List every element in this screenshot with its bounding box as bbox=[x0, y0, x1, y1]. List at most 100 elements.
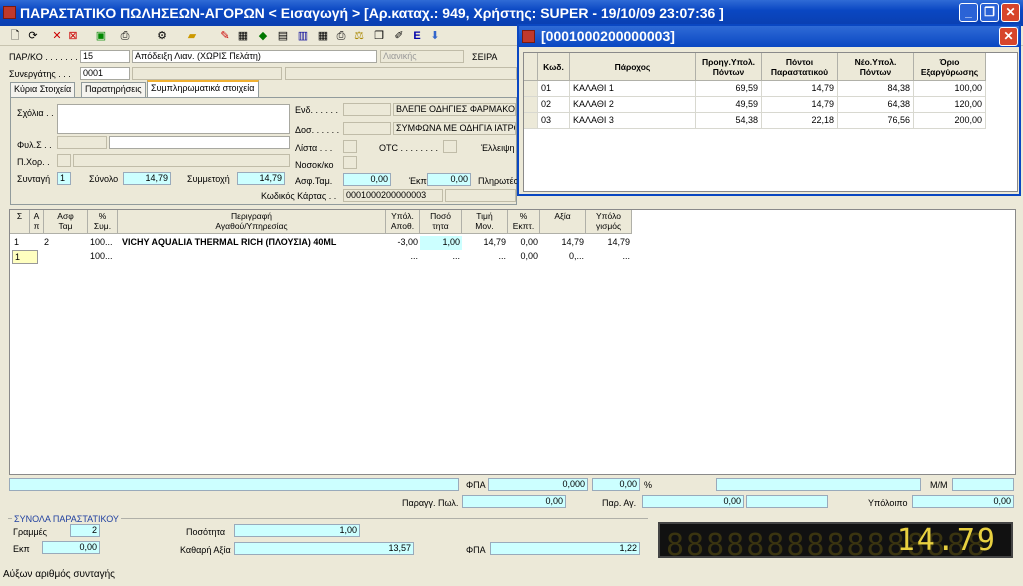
col-header[interactable]: Ποσό τητα bbox=[420, 210, 462, 234]
row-indicator[interactable] bbox=[524, 97, 538, 113]
paragg-value[interactable]: 0,00 bbox=[462, 495, 566, 508]
cell[interactable]: 84,38 bbox=[838, 81, 914, 97]
items-grid[interactable]: Σ Α π Ασφ Ταμ % Συμ. Περιγραφή Αγαθού/Υπ… bbox=[9, 209, 1016, 475]
col-header[interactable]: Προηγ.Υπολ. Πόντων bbox=[696, 53, 762, 81]
cell[interactable]: 0,... bbox=[540, 250, 586, 264]
end-value[interactable]: ΒΛΕΠΕ ΟΔΗΓΙΕΣ ΦΑΡΜΑΚΟΥ... bbox=[393, 103, 516, 116]
row-indicator[interactable] bbox=[524, 81, 538, 97]
col-header[interactable]: Υπόλο γισμός bbox=[586, 210, 632, 234]
synergatis-code[interactable]: 0001 bbox=[80, 67, 130, 80]
cell[interactable]: 49,59 bbox=[696, 97, 762, 113]
parko-code[interactable]: 15 bbox=[80, 50, 130, 63]
dos-value[interactable]: ΣΥΜΦΩΝΑ ΜΕ ΟΔΗΓΙΑ ΙΑΤΡΟΥ bbox=[393, 122, 516, 135]
nosok-field[interactable] bbox=[343, 156, 357, 169]
tab-notes[interactable]: Παρατηρήσεις bbox=[81, 82, 146, 97]
tools-icon[interactable]: ⚙ bbox=[155, 29, 169, 43]
cell[interactable]: 100... bbox=[88, 236, 118, 250]
scale-icon[interactable]: ⚖ bbox=[352, 29, 366, 43]
end-code[interactable] bbox=[343, 103, 391, 116]
kodikos-value[interactable]: 0001000200000003 bbox=[343, 189, 443, 202]
cell[interactable]: ... bbox=[386, 250, 420, 264]
cell[interactable]: 0,00 bbox=[508, 236, 540, 250]
grammes-value[interactable]: 2 bbox=[70, 524, 100, 537]
new-icon[interactable]: 🗋 bbox=[8, 29, 22, 43]
tab-main[interactable]: Κύρια Στοιχεία bbox=[10, 82, 76, 97]
par-ag-extra[interactable] bbox=[746, 495, 828, 508]
maximize-button[interactable]: ❐ bbox=[980, 3, 999, 22]
cell[interactable]: 69,59 bbox=[696, 81, 762, 97]
cell[interactable]: -3,00 bbox=[386, 236, 420, 250]
retail-select[interactable]: Λιανικής bbox=[380, 50, 464, 63]
col-header[interactable]: Όριο Εξαργύρωσης bbox=[914, 53, 986, 81]
col-header[interactable]: % Εκπτ. bbox=[508, 210, 540, 234]
ekpt-value[interactable]: 0,00 bbox=[427, 173, 471, 186]
printer2-icon[interactable]: ⎙ bbox=[334, 29, 348, 43]
copy-icon[interactable]: ❐ bbox=[372, 29, 386, 43]
save-icon[interactable]: ▣ bbox=[94, 29, 108, 43]
down-arrow-icon[interactable]: ⬇ bbox=[428, 29, 442, 43]
cell[interactable]: 03 bbox=[538, 113, 570, 129]
cell[interactable]: 14,79 bbox=[540, 236, 586, 250]
synolo-value[interactable]: 14,79 bbox=[123, 172, 171, 185]
chat-icon[interactable]: ◆ bbox=[256, 29, 270, 43]
posotita-value[interactable]: 1,00 bbox=[234, 524, 360, 537]
fpa-value-2[interactable]: 0,00 bbox=[592, 478, 640, 491]
cancel-icon[interactable]: ⊠ bbox=[66, 29, 80, 43]
cell[interactable]: 100... bbox=[88, 250, 118, 264]
cell[interactable]: 120,00 bbox=[914, 97, 986, 113]
cell[interactable]: ΚΑΛΑΘΙ 3 bbox=[570, 113, 696, 129]
kathari-value[interactable]: 13,57 bbox=[234, 542, 414, 555]
cell[interactable]: ... bbox=[586, 250, 632, 264]
table-icon[interactable]: ▦ bbox=[316, 29, 330, 43]
par-ag-value[interactable]: 0,00 bbox=[642, 495, 744, 508]
fyl-code[interactable] bbox=[57, 136, 107, 149]
cell[interactable]: 14,79 bbox=[762, 97, 838, 113]
col-header[interactable]: Πάροχος bbox=[570, 53, 696, 81]
dos-code[interactable] bbox=[343, 122, 391, 135]
mm-field-2[interactable] bbox=[952, 478, 1014, 491]
col-header[interactable]: Κωδ. bbox=[538, 53, 570, 81]
sxolia-field[interactable] bbox=[57, 104, 290, 134]
col-header[interactable]: Υπόλ. Αποθ. bbox=[386, 210, 420, 234]
cell[interactable]: 2 bbox=[42, 236, 56, 250]
fpa-total-value[interactable]: 1,22 bbox=[490, 542, 640, 555]
minimize-button[interactable]: _ bbox=[959, 3, 978, 22]
cell[interactable]: 100,00 bbox=[914, 81, 986, 97]
cell[interactable]: VICHY AQUALIA THERMAL RICH (ΠΛΟΥΣΙΑ) 40M… bbox=[120, 236, 386, 250]
cell[interactable]: 76,56 bbox=[838, 113, 914, 129]
points-table[interactable]: Κωδ. Πάροχος Προηγ.Υπολ. Πόντων Πόντοι Π… bbox=[523, 52, 1018, 192]
cell[interactable]: 1 bbox=[12, 250, 38, 264]
cell[interactable]: ΚΑΛΑΘΙ 2 bbox=[570, 97, 696, 113]
cell[interactable]: 64,38 bbox=[838, 97, 914, 113]
pxor-field[interactable] bbox=[73, 154, 290, 167]
kodikos-extra[interactable] bbox=[445, 189, 516, 202]
otc-field[interactable] bbox=[443, 140, 457, 153]
pen-icon[interactable]: ✎ bbox=[218, 29, 232, 43]
lista-field[interactable] bbox=[343, 140, 357, 153]
fyl-field[interactable] bbox=[109, 136, 290, 149]
cell[interactable]: 14,79 bbox=[586, 236, 632, 250]
mm-field-1[interactable] bbox=[716, 478, 921, 491]
close-button[interactable]: ✕ bbox=[1001, 3, 1020, 22]
synergatis-name[interactable] bbox=[132, 67, 282, 80]
ypoloipo-value[interactable]: 0,00 bbox=[912, 495, 1014, 508]
cell[interactable]: 01 bbox=[538, 81, 570, 97]
tab-extra[interactable]: Συμπληρωματικά στοιχεία bbox=[147, 80, 259, 97]
cell[interactable]: ... bbox=[462, 250, 508, 264]
fpa-value-1[interactable]: 0,000 bbox=[488, 478, 588, 491]
book-icon[interactable]: ▥ bbox=[296, 29, 310, 43]
col-header[interactable]: Πόντοι Παραστατικού bbox=[762, 53, 838, 81]
col-header[interactable]: Ασφ Ταμ bbox=[44, 210, 88, 234]
edit-icon[interactable]: ✐ bbox=[392, 29, 406, 43]
cell[interactable]: 02 bbox=[538, 97, 570, 113]
symmetoxi-value[interactable]: 14,79 bbox=[237, 172, 285, 185]
e-icon[interactable]: E bbox=[410, 29, 424, 43]
card-icon[interactable]: ▤ bbox=[276, 29, 290, 43]
col-header[interactable]: Σ bbox=[10, 210, 30, 234]
cell[interactable]: 1 bbox=[12, 236, 28, 250]
ekp-value[interactable]: 0,00 bbox=[42, 541, 100, 554]
folder-icon[interactable]: ▰ bbox=[185, 29, 199, 43]
delete-icon[interactable]: ✕ bbox=[50, 29, 64, 43]
cell[interactable]: 0,00 bbox=[508, 250, 540, 264]
calc-icon[interactable]: ▦ bbox=[236, 29, 250, 43]
